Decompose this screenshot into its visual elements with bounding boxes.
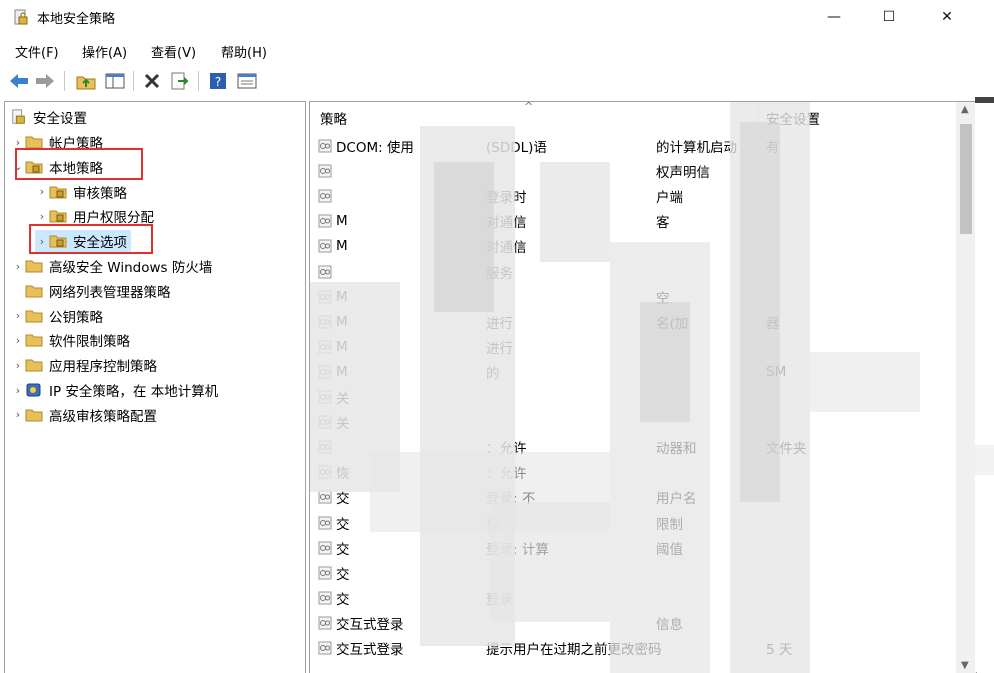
tree-item[interactable]: › 公钥策略 bbox=[11, 305, 103, 327]
up-folder-icon[interactable] bbox=[75, 70, 97, 92]
ipsec-icon bbox=[26, 383, 41, 397]
policy-setting-icon bbox=[318, 139, 332, 153]
policy-setting-icon bbox=[318, 641, 332, 655]
expand-arrow-icon[interactable]: › bbox=[11, 334, 25, 347]
tree-item[interactable]: › 高级安全 Windows 防火墙 bbox=[11, 255, 213, 277]
minimize-button[interactable]: — bbox=[811, 0, 857, 34]
title-bar: 本地安全策略 — ☐ ✕ bbox=[0, 0, 975, 34]
help-icon[interactable]: ? bbox=[207, 70, 229, 92]
scroll-down-icon[interactable]: ▼ bbox=[961, 660, 969, 671]
folder-icon bbox=[25, 359, 43, 372]
expand-arrow-icon[interactable]: › bbox=[11, 359, 25, 372]
window-title: 本地安全策略 bbox=[37, 12, 116, 27]
policy-setting-icon bbox=[318, 541, 332, 555]
svg-text:?: ? bbox=[215, 75, 221, 89]
policy-setting-icon bbox=[318, 591, 332, 605]
properties-icon[interactable] bbox=[236, 70, 258, 92]
close-button[interactable]: ✕ bbox=[924, 0, 970, 34]
column-header-policy[interactable]: 策略 bbox=[320, 108, 347, 128]
privacy-blur bbox=[540, 162, 610, 262]
privacy-blur bbox=[740, 122, 780, 502]
policy-setting-icon bbox=[318, 239, 332, 253]
sort-ascending-icon: ^ bbox=[524, 101, 534, 113]
toolbar-separator bbox=[198, 71, 199, 91]
list-item[interactable]: DCOM: 使用(SDDL)语的计算机启动有 bbox=[318, 134, 958, 158]
tree-item[interactable]: › 高级审核策略配置 bbox=[11, 404, 157, 426]
policy-setting-icon bbox=[318, 516, 332, 529]
menu-help[interactable]: 帮助(H) bbox=[221, 42, 267, 61]
maximize-button[interactable]: ☐ bbox=[866, 0, 912, 34]
expand-arrow-icon[interactable]: › bbox=[35, 185, 49, 198]
list-item[interactable]: 权声明信 bbox=[318, 159, 958, 183]
background-window-strip bbox=[975, 0, 994, 672]
privacy-blur bbox=[490, 502, 610, 622]
expand-arrow-icon[interactable]: › bbox=[11, 408, 25, 421]
tree-item-label: 应用程序控制策略 bbox=[49, 359, 157, 376]
policy-setting-icon bbox=[318, 566, 332, 580]
show-hide-tree-icon[interactable] bbox=[104, 70, 126, 92]
policy-setting-icon bbox=[318, 164, 332, 178]
menu-bar: 文件(F) 操作(A) 查看(V) 帮助(H) bbox=[0, 38, 975, 62]
policy-setting-icon bbox=[318, 189, 332, 203]
menu-action[interactable]: 操作(A) bbox=[82, 42, 127, 61]
vertical-scrollbar[interactable]: ▲ ▼ bbox=[956, 102, 976, 673]
tree-item-label: 高级审核策略配置 bbox=[49, 408, 157, 425]
tree-item-label: 高级安全 Windows 防火墙 bbox=[49, 260, 213, 276]
tree-item-label: IP 安全策略，在 本地计算机 bbox=[49, 384, 219, 400]
tree-item-label: 公钥策略 bbox=[49, 309, 103, 326]
folder-icon bbox=[25, 334, 43, 347]
export-list-icon[interactable] bbox=[169, 70, 191, 92]
security-settings-icon bbox=[12, 109, 25, 124]
folder-icon bbox=[25, 285, 43, 298]
folder-icon bbox=[49, 186, 67, 199]
security-policy-app-icon bbox=[14, 9, 28, 25]
back-icon[interactable] bbox=[8, 70, 30, 92]
menu-view[interactable]: 查看(V) bbox=[151, 42, 196, 61]
scrollbar-thumb[interactable] bbox=[960, 124, 972, 234]
expand-arrow-icon[interactable]: › bbox=[35, 210, 49, 223]
tree-item[interactable]: › 软件限制策略 bbox=[11, 329, 130, 351]
toolbar-separator bbox=[133, 71, 134, 91]
expand-arrow-icon[interactable]: › bbox=[11, 384, 25, 397]
background-window-edge bbox=[975, 97, 994, 103]
folder-icon bbox=[25, 136, 43, 149]
policy-list-pane[interactable]: 策略 ^ 安全设置 DCOM: 使用(SDDL)语的计算机启动有权声明信登录时户… bbox=[309, 101, 977, 673]
policy-setting-icon bbox=[318, 265, 332, 278]
toolbar: ? bbox=[0, 66, 975, 96]
policy-setting-icon bbox=[318, 490, 332, 504]
tree-item[interactable]: › 应用程序控制策略 bbox=[11, 354, 157, 376]
folder-icon bbox=[49, 210, 67, 223]
tree-item[interactable]: › 审核策略 bbox=[35, 181, 127, 203]
tree-item-label: 网络列表管理器策略 bbox=[49, 284, 171, 301]
folder-icon bbox=[25, 409, 43, 422]
tree-pane[interactable]: 安全设置 › 帐户策略 ⌄ 本地策略 › 审核策略 › 用户权限分配 › 安全选项 › 高级安全 Wi… bbox=[4, 101, 306, 673]
expand-arrow-icon[interactable]: › bbox=[11, 136, 25, 149]
privacy-blur bbox=[810, 352, 920, 412]
list-item[interactable]: M对通信客 bbox=[318, 209, 958, 233]
policy-setting-icon bbox=[318, 616, 332, 630]
background-window-edge bbox=[975, 445, 994, 475]
tree-item[interactable]: › IP 安全策略，在 本地计算机 bbox=[11, 379, 218, 401]
policy-setting-icon bbox=[318, 214, 332, 228]
menu-file[interactable]: 文件(F) bbox=[15, 42, 59, 61]
expand-arrow-icon[interactable]: › bbox=[11, 309, 25, 322]
tree-item-label: 审核策略 bbox=[73, 185, 127, 202]
privacy-blur bbox=[434, 162, 494, 312]
tree-root-label: 安全设置 bbox=[33, 111, 87, 127]
annotation-highlight-box bbox=[29, 224, 153, 254]
folder-icon bbox=[25, 260, 43, 273]
delete-icon[interactable] bbox=[141, 70, 163, 92]
forward-icon[interactable] bbox=[34, 70, 56, 92]
expand-arrow-icon[interactable]: › bbox=[11, 260, 25, 273]
privacy-blur bbox=[640, 302, 690, 422]
tree-item[interactable]: 网络列表管理器策略 bbox=[11, 280, 171, 302]
toolbar-separator bbox=[64, 71, 65, 91]
tree-root-security-settings[interactable]: 安全设置 bbox=[11, 106, 87, 128]
folder-icon bbox=[25, 310, 43, 323]
tree-item-label: 软件限制策略 bbox=[49, 334, 130, 351]
annotation-highlight-box bbox=[15, 148, 143, 180]
list-item[interactable]: 登录时户端 bbox=[318, 184, 958, 208]
scroll-up-icon[interactable]: ▲ bbox=[961, 104, 969, 115]
